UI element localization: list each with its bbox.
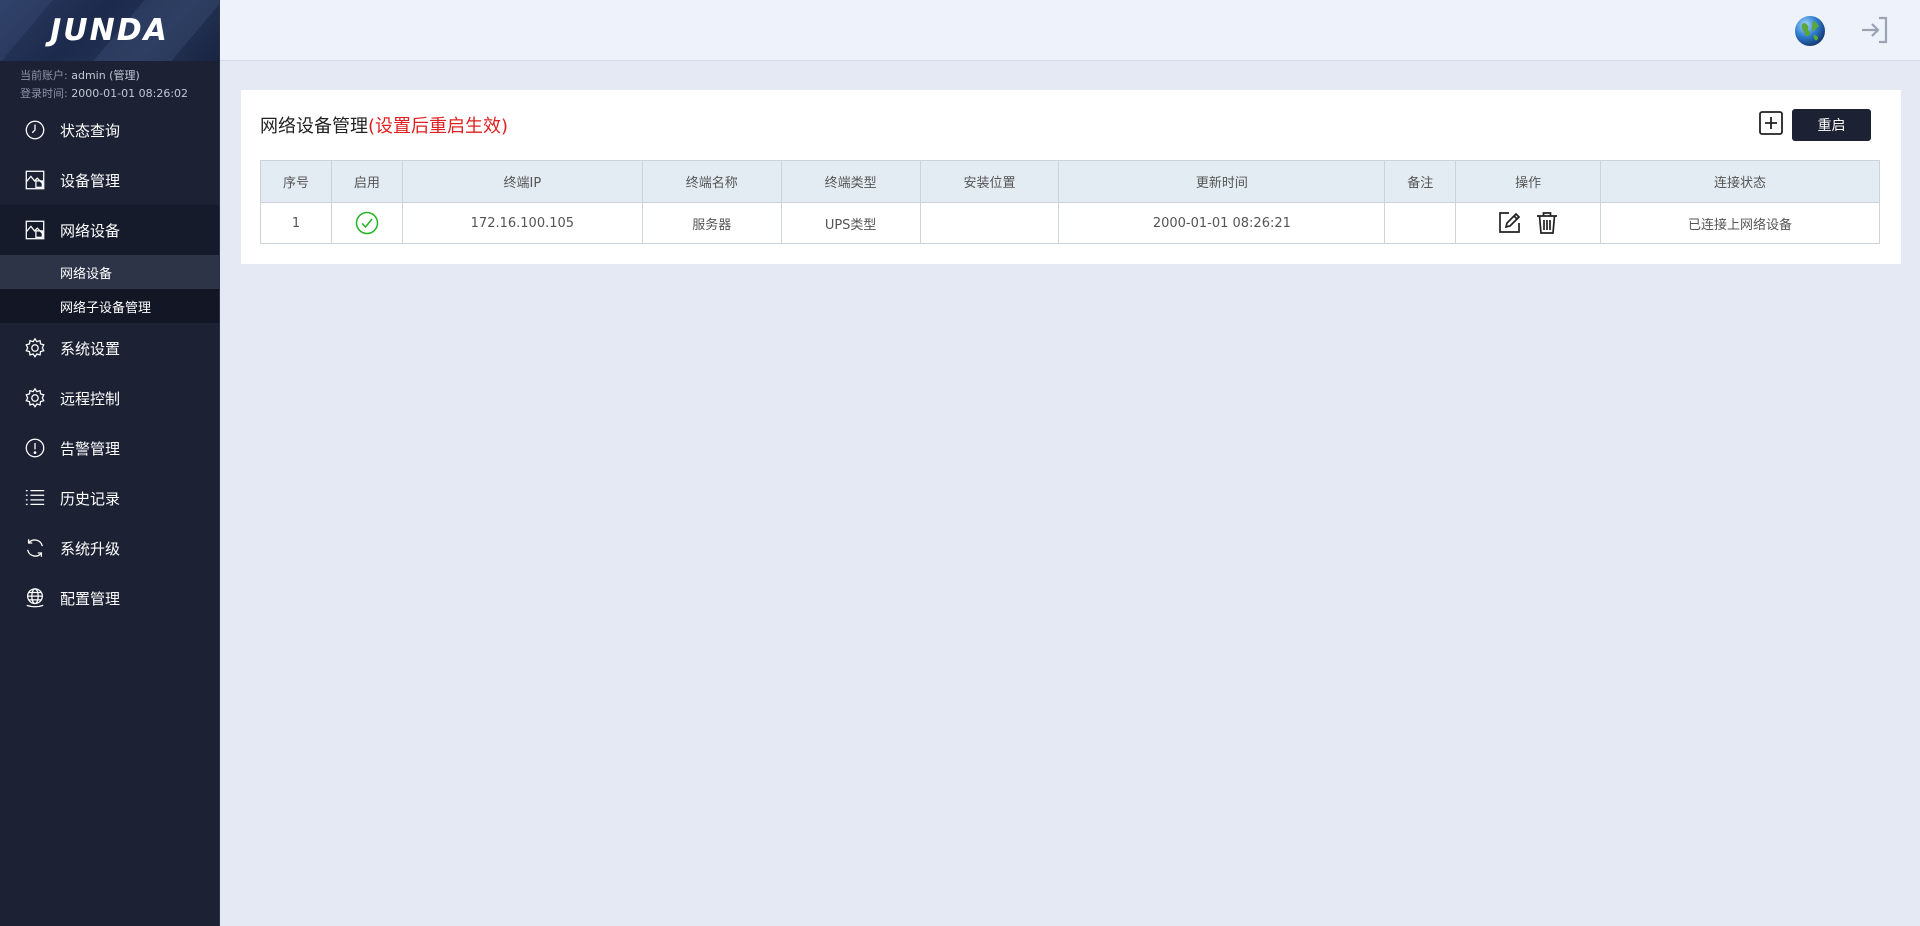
gear-icon — [24, 337, 46, 359]
cell-ip: 172.16.100.105 — [401, 202, 643, 244]
sidebar-item-label: 历史记录 — [60, 489, 121, 508]
network-device-icon — [24, 219, 46, 241]
sidebar-item-label: 告警管理 — [60, 439, 121, 458]
cell-type: UPS类型 — [780, 202, 921, 244]
cell-name: 服务器 — [641, 202, 782, 244]
sidebar-item-label: 系统设置 — [60, 339, 121, 358]
col-index: 序号 — [260, 160, 332, 203]
edit-icon[interactable] — [1496, 210, 1522, 236]
col-name: 终端名称 — [641, 160, 782, 203]
alert-icon — [24, 437, 46, 459]
globe-icon[interactable] — [1794, 15, 1826, 47]
col-type: 终端类型 — [780, 160, 921, 203]
col-remark: 备注 — [1384, 160, 1457, 203]
sidebar-item-label: 设备管理 — [60, 171, 121, 190]
sidebar-item-system-upgrade[interactable]: 系统升级 — [0, 523, 219, 573]
sidebar-item-config-management[interactable]: 配置管理 — [0, 573, 219, 623]
cell-location — [919, 202, 1060, 244]
list-icon — [24, 487, 46, 509]
device-icon — [24, 169, 46, 191]
sidebar-item-device-management[interactable]: 设备管理 — [0, 155, 219, 205]
sidebar-item-system-settings[interactable]: 系统设置 — [0, 323, 219, 373]
current-account-value: admin (管理) — [71, 69, 140, 82]
restart-button[interactable]: 重启 — [1792, 109, 1871, 141]
login-time: 登录时间: 2000-01-01 08:26:02 — [20, 85, 219, 103]
brand-logo: JUNDA — [50, 13, 169, 48]
current-account-label: 当前账户: — [20, 69, 68, 82]
col-enabled: 启用 — [330, 160, 403, 203]
page-title-text: 网络设备管理 — [260, 116, 368, 137]
col-location: 安装位置 — [919, 160, 1060, 203]
col-actions: 操作 — [1455, 160, 1602, 203]
clock-icon — [24, 119, 46, 141]
network-device-panel: 网络设备管理(设置后重启生效) 重启 序号 启用 终端IP 终端名称 终端类型 … — [241, 90, 1901, 264]
sidebar-item-label: 状态查询 — [60, 121, 121, 140]
trash-icon[interactable] — [1534, 210, 1560, 236]
login-time-label: 登录时间: — [20, 87, 68, 100]
page-title: 网络设备管理(设置后重启生效) — [260, 112, 508, 138]
col-status: 连接状态 — [1600, 160, 1880, 203]
sidebar-item-remote-control[interactable]: 远程控制 — [0, 373, 219, 423]
plus-square-icon[interactable] — [1758, 110, 1784, 136]
check-circle-icon[interactable] — [355, 211, 379, 235]
sidebar-subitem-network-device[interactable]: 网络设备 — [0, 255, 219, 289]
logo-area: JUNDA — [0, 0, 219, 61]
sidebar-item-alarm-management[interactable]: 告警管理 — [0, 423, 219, 473]
cell-remark — [1384, 202, 1457, 244]
current-account: 当前账户: admin (管理) — [20, 67, 219, 85]
sidebar: JUNDA 当前账户: admin (管理) 登录时间: 2000-01-01 … — [0, 0, 220, 926]
col-updated: 更新时间 — [1058, 160, 1386, 203]
sidebar-item-history[interactable]: 历史记录 — [0, 473, 219, 523]
top-bar — [220, 0, 1920, 61]
restart-note: (设置后重启生效) — [368, 116, 509, 137]
sidebar-subitem-network-subdevice-management[interactable]: 网络子设备管理 — [0, 289, 219, 323]
sidebar-item-label: 网络设备 — [60, 221, 121, 240]
col-ip: 终端IP — [401, 160, 643, 203]
cell-actions — [1455, 202, 1602, 244]
table-header-row: 序号 启用 终端IP 终端名称 终端类型 安装位置 更新时间 备注 操作 连接状… — [260, 160, 1880, 203]
globe-hand-icon — [24, 587, 46, 609]
account-info: 当前账户: admin (管理) 登录时间: 2000-01-01 08:26:… — [0, 61, 219, 105]
device-table: 序号 启用 终端IP 终端名称 终端类型 安装位置 更新时间 备注 操作 连接状… — [260, 160, 1880, 244]
cell-enabled — [330, 202, 403, 244]
cell-index: 1 — [260, 202, 332, 244]
sidebar-item-status[interactable]: 状态查询 — [0, 105, 219, 155]
exit-icon[interactable] — [1858, 14, 1890, 46]
sidebar-item-network-device[interactable]: 网络设备 — [0, 205, 219, 255]
login-time-value: 2000-01-01 08:26:02 — [71, 87, 189, 100]
sidebar-item-label: 远程控制 — [60, 389, 121, 408]
sidebar-item-label: 系统升级 — [60, 539, 121, 558]
table-row: 1 172.16.100.105 服务器 UPS类型 2000-01-01 08… — [260, 202, 1880, 244]
refresh-icon — [24, 537, 46, 559]
sidebar-item-label: 配置管理 — [60, 589, 121, 608]
cell-connection-status: 已连接上网络设备 — [1600, 202, 1880, 244]
gear-icon — [24, 387, 46, 409]
cell-updated: 2000-01-01 08:26:21 — [1058, 202, 1386, 244]
